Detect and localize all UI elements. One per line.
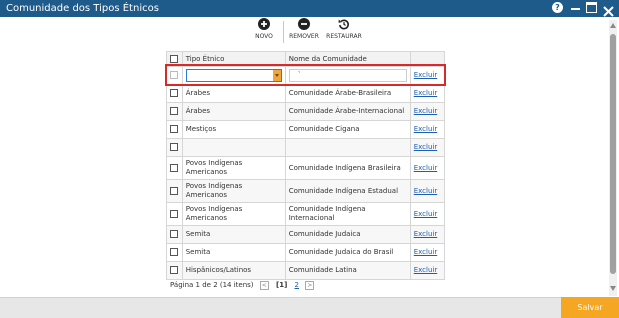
row-checkbox[interactable] xyxy=(170,248,179,256)
row-checkbox[interactable] xyxy=(170,266,179,274)
toolbar-divider xyxy=(283,21,284,43)
cell-tipo: Povos Indígenas Americanos xyxy=(181,156,286,180)
row-checkbox[interactable] xyxy=(170,186,179,195)
table-row: Árabes Comunidade Árabe-Brasileira Exclu… xyxy=(166,84,446,103)
table-row: Hispânicos/Latinos Comunidade Latina Exc… xyxy=(166,261,446,280)
cell-nome: Comunidade Árabe-Brasileira xyxy=(284,84,411,103)
prev-page-button[interactable]: < xyxy=(259,280,269,290)
row-checkbox[interactable] xyxy=(170,230,179,238)
maximize-icon[interactable] xyxy=(586,2,597,13)
delete-link[interactable]: Excluir xyxy=(414,143,438,151)
pager-summary: Página 1 de 2 (14 itens) xyxy=(170,281,254,289)
row-checkbox[interactable] xyxy=(170,143,179,151)
cell-tipo: Mestiços xyxy=(181,120,286,139)
remove-button[interactable]: REMOVER xyxy=(288,18,320,44)
vertical-scrollbar[interactable] xyxy=(609,20,617,296)
table-row: Mestiços Comunidade Cigana Excluir xyxy=(166,120,446,139)
select-all-checkbox[interactable] xyxy=(170,54,179,63)
row-checkbox[interactable] xyxy=(170,125,179,133)
footer-bar xyxy=(0,297,619,318)
cell-tipo: Árabes xyxy=(181,102,286,121)
table-row: Povos Indígenas Americanos Comunidade In… xyxy=(166,156,446,180)
cell-nome: Comunidade Indígena Brasileira xyxy=(284,156,411,180)
help-icon[interactable]: ? xyxy=(552,2,563,13)
cell-nome: Comunidade Latina xyxy=(284,261,411,280)
minus-circle-icon xyxy=(298,18,310,30)
close-icon[interactable] xyxy=(603,2,615,17)
cell-nome: Comunidade Judaica xyxy=(284,225,411,244)
cell-nome: Comunidade Cigana xyxy=(284,120,411,139)
table-row: Povos Indígenas Americanos Comunidade In… xyxy=(166,179,446,203)
delete-link[interactable]: Excluir xyxy=(414,266,438,274)
delete-link[interactable]: Excluir xyxy=(414,230,438,238)
plus-circle-icon xyxy=(258,18,270,30)
title-bar: Comunidade dos Tipos Étnicos ? xyxy=(0,0,619,17)
cell-tipo: Semita xyxy=(181,225,286,244)
row-checkbox[interactable] xyxy=(170,107,179,115)
cell-nome xyxy=(284,138,411,157)
edit-row-highlight xyxy=(165,64,446,86)
delete-link[interactable]: Excluir xyxy=(414,164,438,172)
restore-icon xyxy=(338,19,349,30)
delete-link[interactable]: Excluir xyxy=(414,107,438,115)
scroll-down-icon[interactable] xyxy=(610,286,616,291)
cell-tipo: Árabes xyxy=(181,84,286,103)
restore-button[interactable]: RESTAURAR xyxy=(326,18,362,44)
cell-tipo: Hispânicos/Latinos xyxy=(181,261,286,280)
dialog-window: Comunidade dos Tipos Étnicos ? NOVO REMO… xyxy=(0,0,619,318)
cell-tipo: Povos Indígenas Americanos xyxy=(181,202,286,226)
delete-link[interactable]: Excluir xyxy=(414,89,438,97)
restore-button-label: RESTAURAR xyxy=(326,33,362,40)
save-button[interactable]: Salvar xyxy=(561,297,619,318)
table-row: Povos Indígenas Americanos Comunidade In… xyxy=(166,202,446,226)
cell-nome: Comunidade Indígena Estadual xyxy=(284,179,411,203)
table-row: Árabes Comunidade Árabe-Internacional Ex… xyxy=(166,102,446,121)
cell-tipo: Povos Indígenas Americanos xyxy=(181,179,286,203)
delete-link[interactable]: Excluir xyxy=(414,248,438,256)
scrollbar-thumb[interactable] xyxy=(610,34,616,274)
window-title: Comunidade dos Tipos Étnicos xyxy=(6,3,159,14)
current-page: [1] xyxy=(276,281,288,289)
pager: Página 1 de 2 (14 itens) < [1] 2 > xyxy=(170,279,315,291)
new-button[interactable]: NOVO xyxy=(253,18,275,44)
delete-link[interactable]: Excluir xyxy=(414,125,438,133)
row-checkbox[interactable] xyxy=(170,89,179,97)
delete-link[interactable]: Excluir xyxy=(414,187,438,195)
cell-nome: Comunidade Árabe-Internacional xyxy=(284,102,411,121)
minimize-icon[interactable] xyxy=(570,2,582,14)
row-checkbox[interactable] xyxy=(170,163,179,172)
table-row: Semita Comunidade Judaica Excluir xyxy=(166,225,446,244)
next-page-button[interactable]: > xyxy=(305,280,315,290)
new-button-label: NOVO xyxy=(255,33,273,40)
cell-tipo xyxy=(181,138,286,157)
table-row: Semita Comunidade Judaica do Brasil Excl… xyxy=(166,243,446,262)
remove-button-label: REMOVER xyxy=(289,33,319,40)
cell-nome: Comunidade Indígena Internacional xyxy=(284,202,411,226)
delete-link[interactable]: Excluir xyxy=(414,210,438,218)
scroll-up-icon[interactable] xyxy=(610,23,616,28)
row-checkbox[interactable] xyxy=(170,209,179,218)
page-2-link[interactable]: 2 xyxy=(295,279,299,291)
table-row: Excluir xyxy=(166,138,446,157)
cell-nome: Comunidade Judaica do Brasil xyxy=(284,243,411,262)
cell-tipo: Semita xyxy=(181,243,286,262)
